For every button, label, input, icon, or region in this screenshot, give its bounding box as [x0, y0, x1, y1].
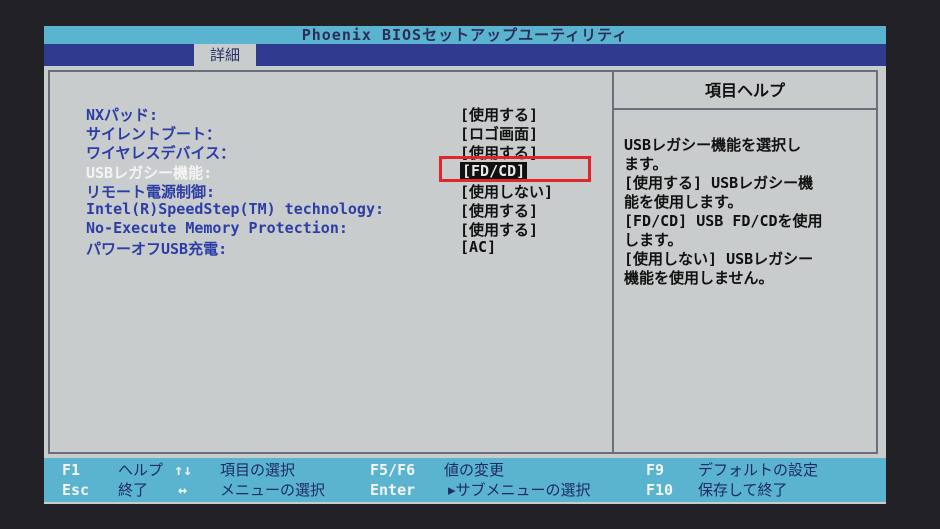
help-line: します。 — [624, 231, 683, 249]
setting-label: USBレガシー機能: — [86, 164, 213, 182]
key-arrows-leftright-desc: メニューの選択 — [220, 481, 326, 499]
setting-label: サイレントブート： — [86, 125, 222, 143]
key-f5f6-desc: 値の変更 — [444, 461, 505, 479]
setting-nx-memory-protection[interactable]: No-Execute Memory Protection: [使用する] — [86, 219, 606, 240]
help-line: 能を使用します。 — [624, 193, 743, 211]
setting-value[interactable]: [AC] — [460, 238, 496, 256]
key-arrows-leftright[interactable]: ↔ — [178, 480, 187, 500]
key-enter[interactable]: Enter — [370, 480, 415, 500]
key-f5f6[interactable]: F5/F6 — [370, 460, 415, 480]
setting-value[interactable]: [使用する] — [460, 219, 538, 240]
setting-label: ワイヤレスデバイス： — [86, 144, 236, 162]
help-line: ます。 — [624, 155, 668, 173]
key-f10[interactable]: F10 — [646, 480, 673, 500]
tab-advanced-label: 詳細 — [209, 46, 240, 64]
key-f9[interactable]: F9 — [646, 460, 664, 480]
setting-value[interactable]: [ロゴ画面] — [460, 123, 538, 144]
setting-value[interactable]: [使用する] — [460, 104, 538, 125]
setting-label: NXパッド: — [86, 106, 159, 124]
setting-label: No-Execute Memory Protection: — [86, 219, 348, 237]
help-text: USBレガシー機能を選択し ます。 [使用する] USBレガシー機 能を使用しま… — [624, 136, 872, 288]
monitor-frame: Phoenix BIOSセットアップユーティリティ 詳細 NXパッド: [使用す… — [0, 0, 940, 529]
key-help-footer: F1 ヘルプ ↑↓ 項目の選択 F5/F6 値の変更 F9 デフォルトの設定 E… — [44, 458, 886, 502]
setting-value[interactable]: [使用しない] — [460, 181, 553, 202]
key-arrows-updown[interactable]: ↑↓ — [174, 460, 192, 480]
help-line: [使用する] USBレガシー機 — [624, 174, 814, 192]
key-f9-desc: デフォルトの設定 — [698, 461, 819, 479]
settings-panel: NXパッド: [使用する] サイレントブート： [ロゴ画面] ワイヤレスデバイス… — [50, 72, 612, 452]
help-line: 機能を使用しません。 — [624, 269, 774, 287]
key-esc-desc: 終了 — [118, 481, 149, 499]
item-help-panel: 項目ヘルプ USBレガシー機能を選択し ます。 [使用する] USBレガシー機 … — [614, 72, 876, 452]
setting-remote-power[interactable]: リモート電源制御: [使用しない] — [86, 181, 606, 202]
setting-label: Intel(R)SpeedStep(TM) technology: — [86, 200, 385, 218]
bios-screen: Phoenix BIOSセットアップユーティリティ 詳細 NXパッド: [使用す… — [44, 26, 886, 504]
setting-speedstep[interactable]: Intel(R)SpeedStep(TM) technology: [使用する] — [86, 200, 606, 221]
help-title: 項目ヘルプ — [614, 72, 876, 110]
help-line: [使用しない] USBレガシー — [624, 250, 814, 268]
setting-poweroff-usb-charge[interactable]: パワーオフUSB充電: [AC] — [86, 238, 606, 258]
key-f1[interactable]: F1 — [62, 460, 80, 480]
bios-title: Phoenix BIOSセットアップユーティリティ — [301, 26, 629, 44]
setting-label: パワーオフUSB充電: — [86, 240, 228, 258]
annotation-highlight-box — [439, 156, 591, 182]
key-f1-desc: ヘルプ — [118, 461, 164, 479]
key-enter-desc: ▸サブメニューの選択 — [448, 481, 591, 499]
setting-label: リモート電源制御: — [86, 183, 216, 201]
key-arrows-updown-desc: 項目の選択 — [220, 461, 296, 479]
bios-title-bar: Phoenix BIOSセットアップユーティリティ — [44, 26, 886, 44]
key-esc[interactable]: Esc — [62, 480, 89, 500]
setting-nx-pad[interactable]: NXパッド: [使用する] — [86, 104, 606, 125]
tab-advanced[interactable]: 詳細 — [194, 44, 256, 66]
content-area: NXパッド: [使用する] サイレントブート： [ロゴ画面] ワイヤレスデバイス… — [48, 70, 878, 454]
help-line: USBレガシー機能を選択し — [624, 136, 802, 154]
help-line: [FD/CD] USB FD/CDを使用 — [624, 212, 823, 230]
setting-value[interactable]: [使用する] — [460, 200, 538, 221]
menu-bar: 詳細 — [44, 44, 886, 66]
key-f10-desc: 保存して終了 — [698, 481, 788, 499]
setting-silent-boot[interactable]: サイレントブート： [ロゴ画面] — [86, 123, 606, 144]
